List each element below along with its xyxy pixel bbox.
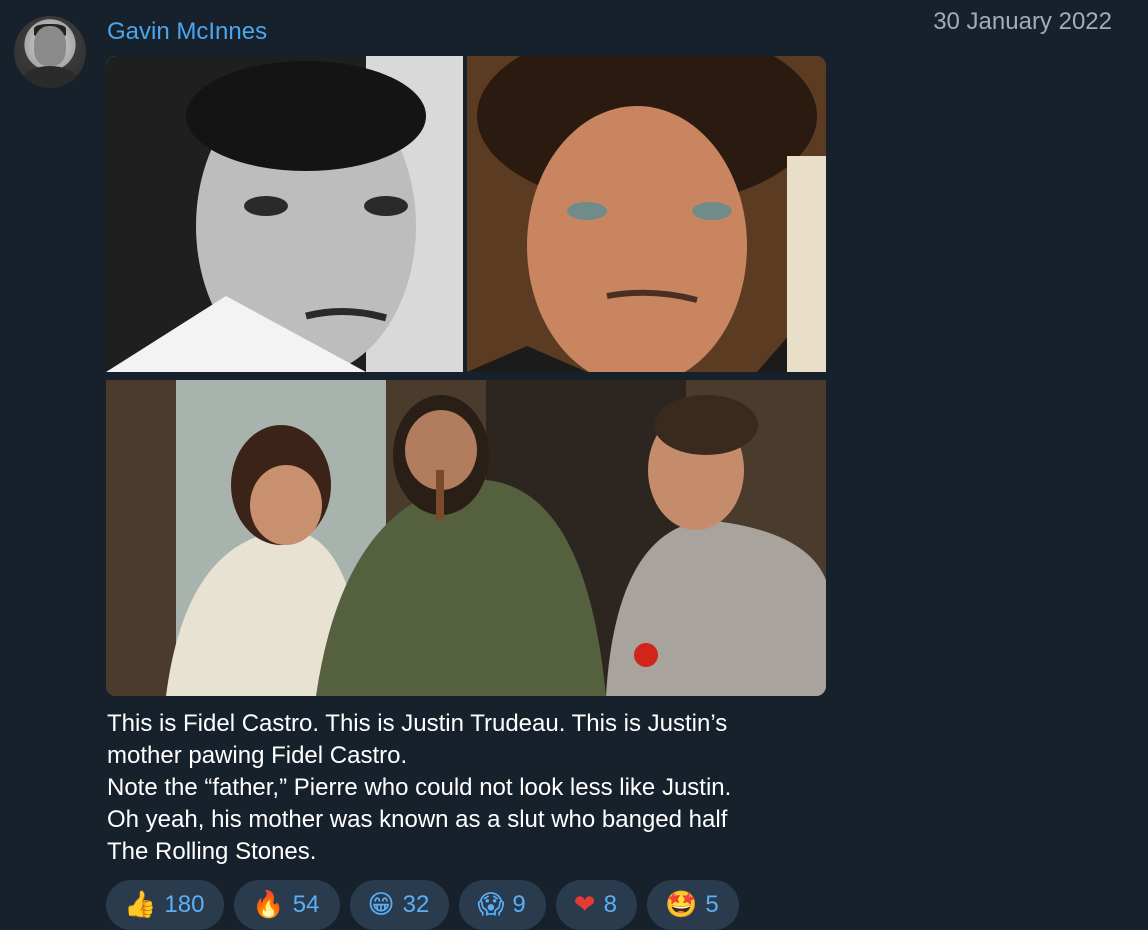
photo-castro-trudeau-family[interactable]: [106, 380, 826, 696]
red-heart-icon: ❤: [573, 890, 596, 920]
thumbs-up-icon: 👍: [124, 890, 157, 920]
caption-line: The Rolling Stones.: [107, 838, 317, 865]
channel-post: Gavin McInnes 30 January 2022 This is Fi…: [0, 0, 1148, 930]
post-caption: This is Fidel Castro. This is Justin Tru…: [107, 708, 847, 868]
caption-line: Note the “father,” Pierre who could not …: [107, 774, 732, 801]
reaction-count: 5: [705, 891, 719, 918]
star-struck-icon: 🤩: [664, 890, 698, 920]
photo-castro-art: [106, 56, 463, 372]
reaction-red-heart[interactable]: ❤ 8: [555, 880, 637, 930]
post-date: 30 January 2022: [933, 8, 1112, 35]
reaction-grinning-face[interactable]: 😁 32: [349, 880, 450, 930]
reaction-count: 54: [292, 891, 320, 918]
reaction-thumbs-up[interactable]: 👍 180: [106, 880, 225, 930]
reaction-count: 9: [512, 891, 526, 918]
reaction-star-struck[interactable]: 🤩 5: [646, 880, 739, 930]
photo-group-art: [106, 380, 826, 696]
photo-trudeau-portrait[interactable]: [467, 56, 826, 372]
screaming-face-icon: 😱: [477, 890, 505, 920]
fire-icon: 🔥: [252, 890, 285, 920]
caption-line: mother pawing Fidel Castro.: [107, 742, 408, 769]
reaction-count: 32: [402, 891, 430, 918]
reaction-count: 8: [603, 891, 617, 918]
photo-trudeau-art: [467, 56, 826, 372]
grinning-face-icon: 😁: [367, 890, 395, 920]
caption-line: Oh yeah, his mother was known as a slut …: [107, 806, 728, 833]
caption-line: This is Fidel Castro. This is Justin Tru…: [107, 710, 728, 737]
reaction-count: 180: [164, 891, 205, 918]
reactions-bar: 👍 180 🔥 54 😁 32 😱 9 ❤ 8 🤩 5: [106, 880, 739, 930]
photo-castro-portrait[interactable]: [106, 56, 463, 372]
avatar-head: [34, 26, 66, 66]
reaction-screaming-face[interactable]: 😱 9: [459, 880, 546, 930]
reaction-fire[interactable]: 🔥 54: [234, 880, 340, 930]
avatar-body: [22, 66, 78, 88]
author-avatar[interactable]: [14, 16, 86, 88]
author-name[interactable]: Gavin McInnes: [107, 18, 267, 46]
photo-album: [106, 56, 826, 696]
